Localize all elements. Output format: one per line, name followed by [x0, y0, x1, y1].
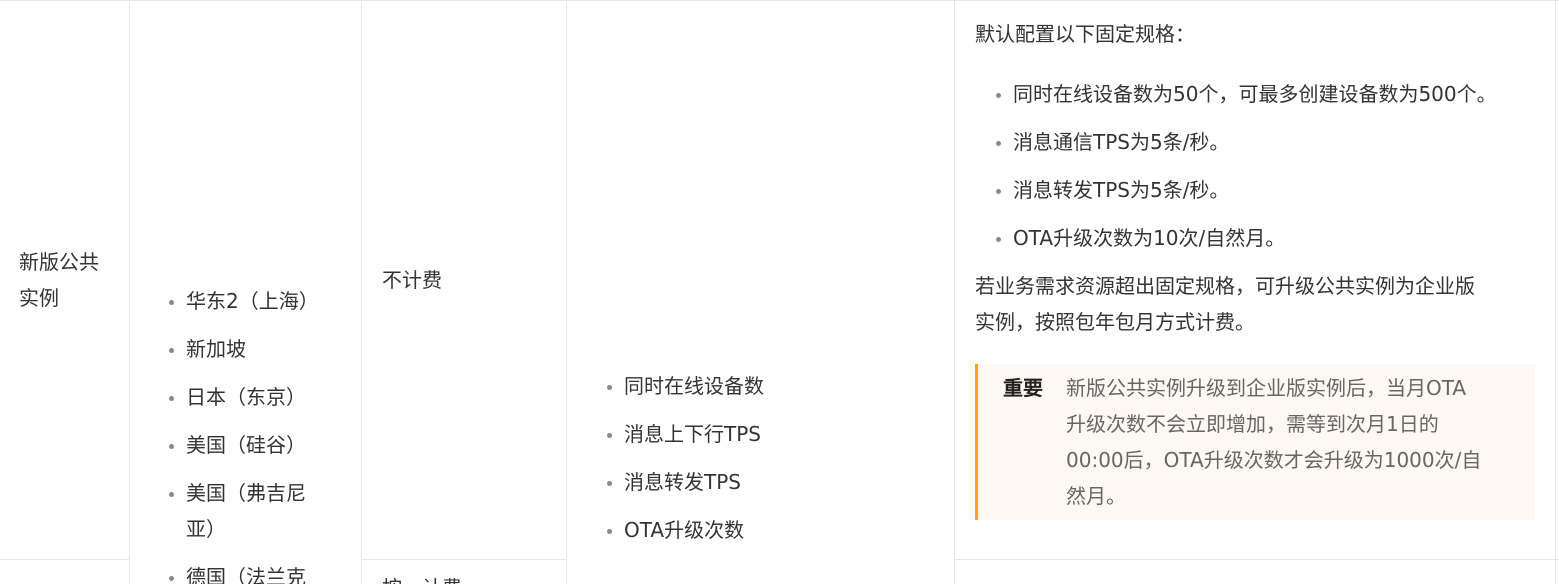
- column-divider: [361, 0, 362, 584]
- row-divider: [954, 559, 1559, 560]
- spec-item: 同时在线设备数为50个，可最多创建设备数为500个。: [996, 76, 1546, 112]
- instance-type-line: 新版公共: [19, 250, 99, 274]
- instance-type-line: 实例: [19, 286, 59, 310]
- row-divider: [0, 559, 129, 560]
- row-divider: [361, 559, 567, 560]
- column-divider: [1555, 0, 1556, 584]
- metric-item: 同时在线设备数: [607, 368, 937, 404]
- upgrade-line: 若业务需求资源超出固定规格，可升级公共实例为企业版: [975, 274, 1475, 298]
- important-note: 重要 新版公共实例升级到企业版实例后，当月OTA 升级次数不会立即增加，需等到次…: [975, 364, 1535, 520]
- note-line: 新版公共实例升级到企业版实例后，当月OTA: [1066, 376, 1467, 400]
- metric-item: 消息转发TPS: [607, 464, 937, 500]
- region-item: 美国（硅谷）: [169, 427, 329, 463]
- upgrade-line: 实例，按照包年包月方式计费。: [975, 310, 1255, 334]
- region-item: 新加坡: [169, 331, 329, 367]
- column-divider: [954, 0, 955, 584]
- row2-billing-text: 按…计费: [382, 570, 552, 584]
- row2-billing-cell: 按…计费: [382, 570, 552, 584]
- spec-list: 同时在线设备数为50个，可最多创建设备数为500个。 消息通信TPS为5条/秒。…: [996, 76, 1546, 268]
- note-title: 重要: [1003, 376, 1043, 400]
- note-body: 新版公共实例升级到企业版实例后，当月OTA 升级次数不会立即增加，需等到次月1日…: [1066, 370, 1516, 514]
- spec-intro: 默认配置以下固定规格：: [975, 22, 1195, 46]
- spec-item: OTA升级次数为10次/自然月。: [996, 220, 1546, 256]
- note-line: 升级次数不会立即增加，需等到次月1日的: [1066, 412, 1439, 436]
- regions-cell: 华东2（上海） 新加坡 日本（东京） 美国（硅谷） 美国（弗吉尼亚） 德国（法兰…: [129, 0, 361, 584]
- region-item: 美国（弗吉尼亚）: [169, 475, 329, 547]
- instance-type-cell: 新版公共 实例: [19, 244, 119, 316]
- column-divider: [566, 0, 567, 584]
- note-line: 然月。: [1066, 484, 1126, 508]
- spec-item: 消息转发TPS为5条/秒。: [996, 172, 1546, 208]
- note-line: 00:00后，OTA升级次数才会升级为1000次/自: [1066, 448, 1482, 472]
- spec-item: 消息通信TPS为5条/秒。: [996, 124, 1546, 160]
- metric-item: OTA升级次数: [607, 512, 937, 548]
- upgrade-text: 若业务需求资源超出固定规格，可升级公共实例为企业版 实例，按照包年包月方式计费。: [975, 268, 1545, 340]
- region-item: 日本（东京）: [169, 379, 329, 415]
- region-item: 德国（法兰克: [169, 559, 329, 584]
- region-item: 华东2（上海）: [169, 283, 329, 319]
- billing-cell: 不计费: [382, 268, 442, 292]
- metric-item: 消息上下行TPS: [607, 416, 937, 452]
- region-list: 华东2（上海） 新加坡 日本（东京） 美国（硅谷） 美国（弗吉尼亚） 德国（法兰…: [169, 283, 329, 584]
- metric-list: 同时在线设备数 消息上下行TPS 消息转发TPS OTA升级次数: [607, 368, 937, 560]
